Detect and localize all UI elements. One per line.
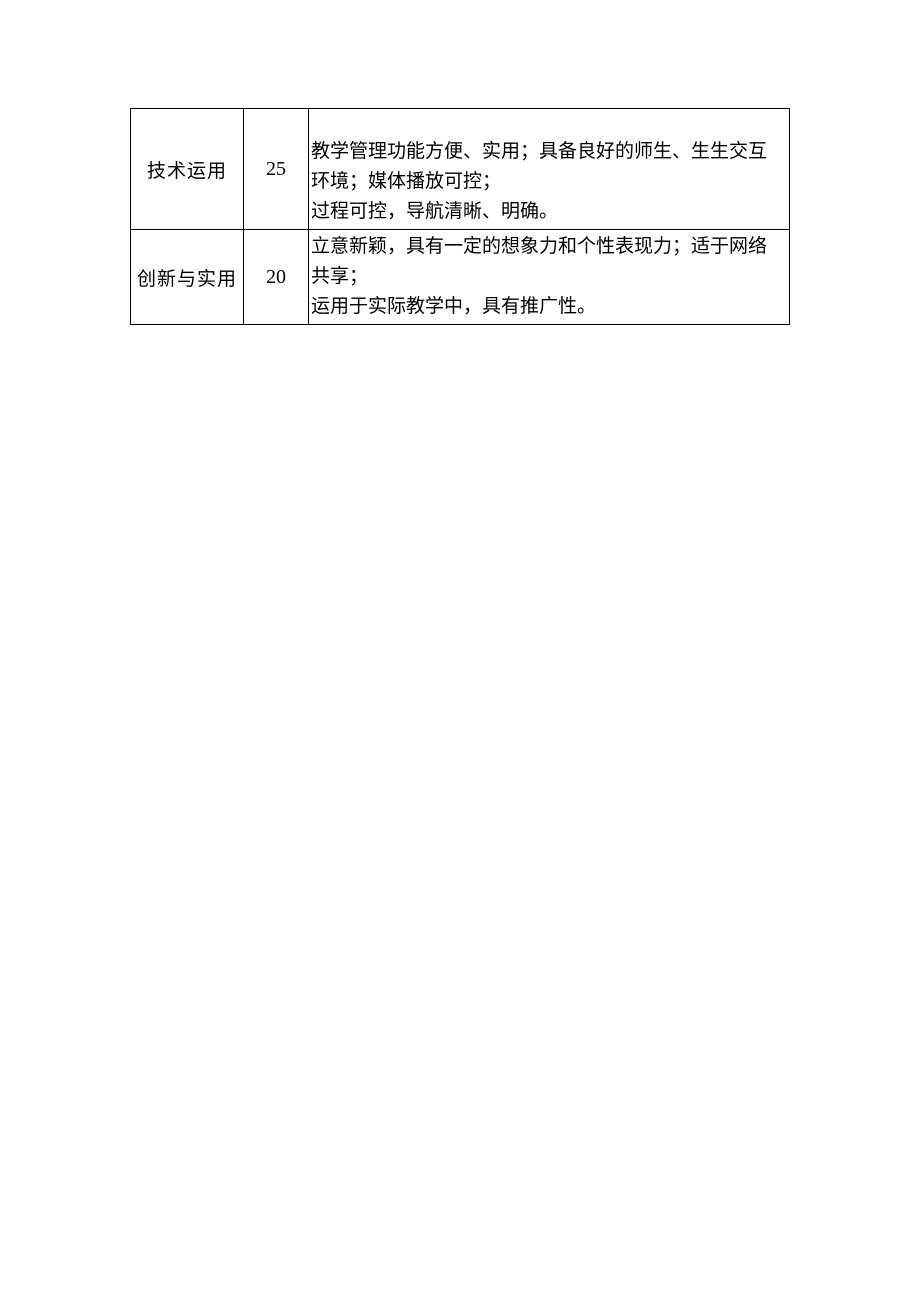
description-text: 立意新颖，具有一定的想象力和个性表现力；适于网络共享；运用于实际教学中，具有推广… xyxy=(311,232,785,322)
table-row: 技术运用 25 教学管理功能方便、实用；具备良好的师生、生生交互环境；媒体播放可… xyxy=(131,109,790,230)
score-cell: 25 xyxy=(244,109,309,230)
description-text: 教学管理功能方便、实用；具备良好的师生、生生交互环境；媒体播放可控；过程可控，导… xyxy=(311,137,785,227)
score-cell: 20 xyxy=(244,230,309,325)
category-cell: 技术运用 xyxy=(131,109,244,230)
description-cell: 立意新颖，具有一定的想象力和个性表现力；适于网络共享；运用于实际教学中，具有推广… xyxy=(309,230,790,325)
description-cell: 教学管理功能方便、实用；具备良好的师生、生生交互环境；媒体播放可控；过程可控，导… xyxy=(309,109,790,230)
table-row: 创新与实用 20 立意新颖，具有一定的想象力和个性表现力；适于网络共享；运用于实… xyxy=(131,230,790,325)
category-cell: 创新与实用 xyxy=(131,230,244,325)
criteria-table: 技术运用 25 教学管理功能方便、实用；具备良好的师生、生生交互环境；媒体播放可… xyxy=(130,108,790,325)
